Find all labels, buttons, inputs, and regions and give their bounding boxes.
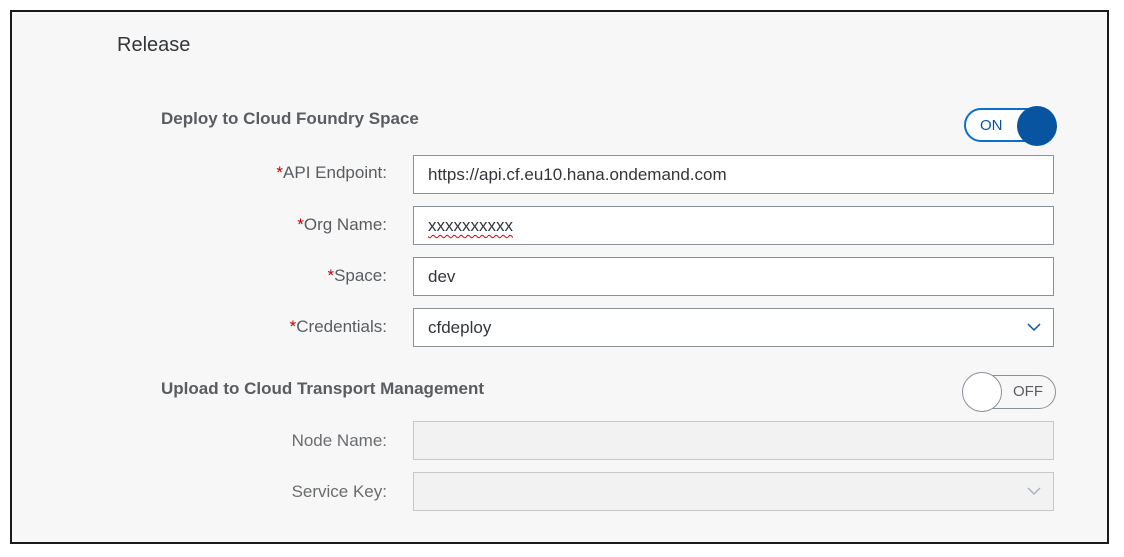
space-label: *Space: [327, 266, 387, 286]
org-name-value: xxxxxxxxxx [428, 216, 513, 235]
node-name-input[interactable] [413, 421, 1054, 460]
panel-title: Release [117, 34, 191, 56]
upload-toggle[interactable]: OFF [962, 372, 1056, 412]
credentials-value: cfdeploy [428, 318, 492, 337]
org-name-input[interactable]: xxxxxxxxxx [413, 206, 1054, 245]
api-endpoint-input[interactable]: https://api.cf.eu10.hana.ondemand.com [413, 155, 1054, 194]
space-value: dev [428, 267, 456, 286]
api-endpoint-label: *API Endpoint: [276, 163, 387, 183]
deploy-toggle[interactable]: ON [964, 106, 1057, 146]
upload-toggle-label: OFF [1013, 383, 1043, 400]
deploy-toggle-label: ON [980, 117, 1003, 134]
release-panel: Release Deploy to Cloud Foundry Space ON… [10, 10, 1109, 544]
toggle-knob [962, 372, 1002, 412]
org-name-label: *Org Name: [297, 215, 387, 235]
upload-section-title: Upload to Cloud Transport Management [161, 379, 485, 398]
space-input[interactable]: dev [413, 257, 1054, 296]
api-endpoint-value: https://api.cf.eu10.hana.ondemand.com [428, 165, 727, 184]
chevron-down-icon[interactable] [1027, 320, 1041, 334]
chevron-down-icon[interactable] [1027, 484, 1041, 498]
deploy-section-title: Deploy to Cloud Foundry Space [161, 109, 419, 128]
api-endpoint-label-text: API Endpoint: [283, 163, 387, 182]
required-marker: * [297, 215, 304, 234]
credentials-label-text: Credentials: [296, 317, 387, 336]
service-key-label: Service Key: [291, 482, 387, 501]
node-name-label: Node Name: [291, 431, 387, 450]
space-label-text: Space: [334, 266, 387, 285]
service-key-select[interactable] [413, 472, 1054, 511]
credentials-label: *Credentials: [290, 317, 387, 337]
toggle-knob [1017, 106, 1057, 146]
credentials-select[interactable]: cfdeploy [413, 308, 1054, 347]
org-name-label-text: Org Name: [303, 215, 387, 234]
